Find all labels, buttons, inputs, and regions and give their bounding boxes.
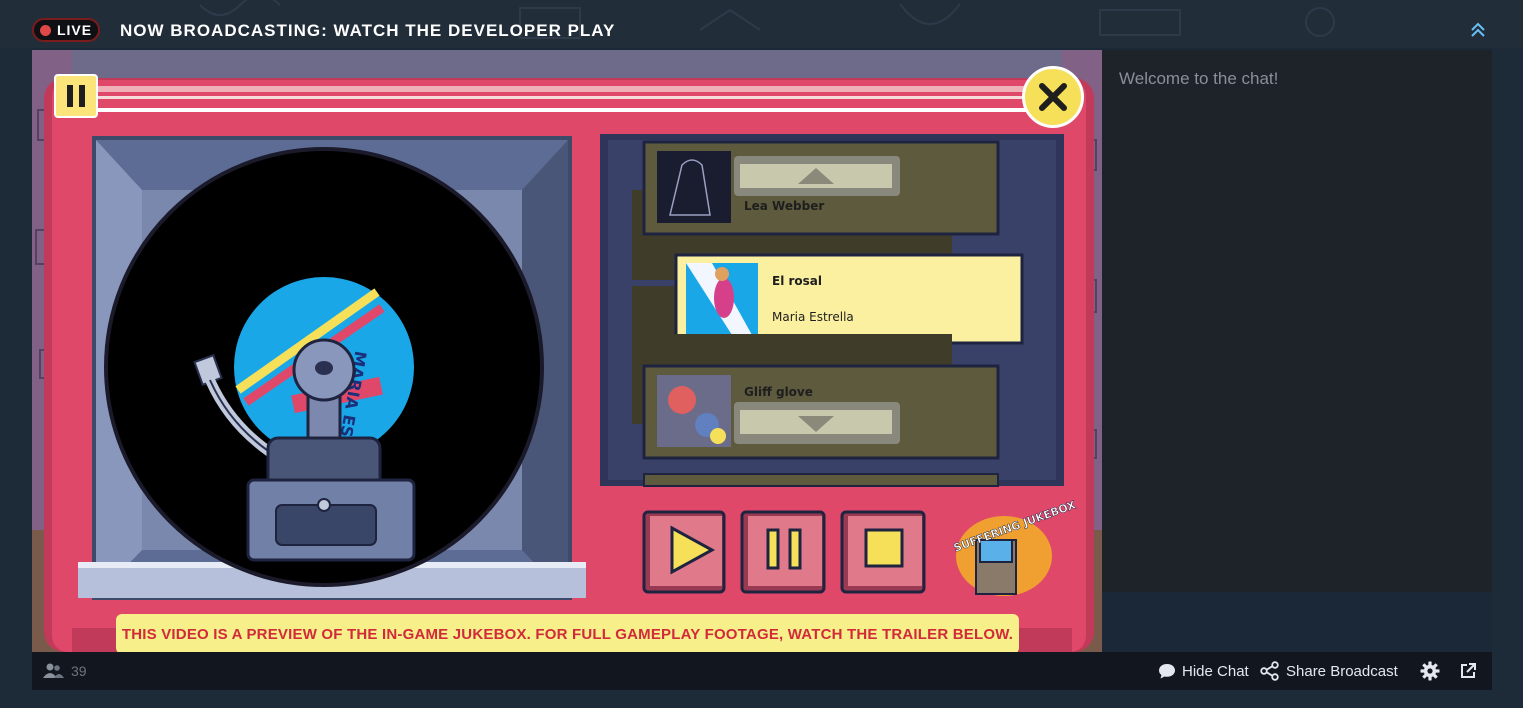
- broadcast-footer: 39 Hide Chat Share Broadcast: [32, 652, 1492, 690]
- viewer-count: 39: [71, 663, 87, 679]
- share-icon: [1260, 661, 1279, 681]
- gear-icon[interactable]: [1420, 661, 1440, 681]
- preview-disclaimer: THIS VIDEO IS A PREVIEW OF THE IN-GAME J…: [116, 614, 1019, 652]
- pause-icon: [67, 85, 85, 107]
- hide-chat-label: Hide Chat: [1182, 662, 1249, 680]
- jukebox-close-button[interactable]: [1022, 66, 1084, 128]
- users-icon: [43, 663, 64, 678]
- pause-icon: [766, 528, 780, 570]
- video-player[interactable]: MARIA ESTRELLA SUFFERING JUKEBOX Lea Web…: [32, 50, 1102, 652]
- jukebox-scene: MARIA ESTRELLA SUFFERING JUKEBOX: [32, 50, 1102, 652]
- hide-chat-button[interactable]: Hide Chat: [1158, 652, 1249, 690]
- stop-icon: [864, 528, 904, 568]
- broadcast-header: LIVE NOW BROADCASTING: WATCH THE DEVELOP…: [32, 10, 1492, 50]
- share-broadcast-button[interactable]: Share Broadcast: [1260, 652, 1398, 690]
- track-artist-2: Maria Estrella: [772, 310, 854, 324]
- chat-bubble-icon: [1159, 664, 1175, 679]
- broadcast-title: NOW BROADCASTING: WATCH THE DEVELOPER PL…: [120, 21, 616, 40]
- share-broadcast-label: Share Broadcast: [1286, 662, 1398, 680]
- collapse-chevron-icon[interactable]: [1468, 20, 1488, 40]
- track-title-2: El rosal: [772, 274, 823, 288]
- live-label: LIVE: [56, 22, 93, 38]
- live-dot-icon: [39, 24, 51, 36]
- popout-icon[interactable]: [1458, 661, 1478, 681]
- chat-welcome-message: Welcome to the chat!: [1119, 69, 1279, 88]
- chat-panel: Welcome to the chat!: [1102, 50, 1492, 592]
- close-icon: [1039, 83, 1067, 111]
- track-artist-1: Lea Webber: [744, 199, 825, 213]
- live-badge: LIVE: [32, 18, 100, 42]
- video-pause-button[interactable]: [54, 74, 98, 118]
- track-title-3: Gliff glove: [744, 385, 813, 399]
